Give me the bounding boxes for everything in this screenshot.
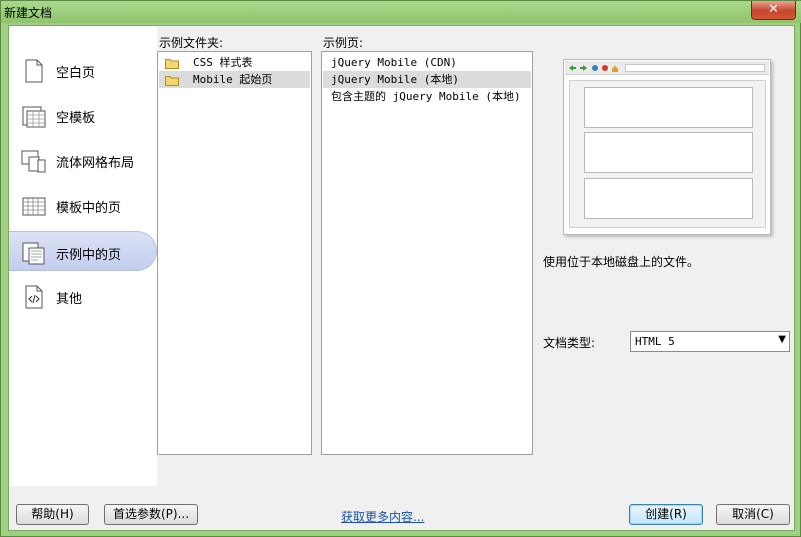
cancel-button[interactable]: 取消(C) (716, 504, 790, 525)
preferences-button[interactable]: 首选参数(P)... (104, 504, 198, 525)
nav-label: 空白页 (56, 66, 96, 81)
nav-label: 示例中的页 (56, 248, 122, 263)
sample-page-list[interactable]: jQuery Mobile (CDN) jQuery Mobile (本地) 包… (321, 51, 533, 455)
create-button[interactable]: 创建(R) (629, 504, 703, 525)
help-button[interactable]: 帮助(H) (16, 504, 89, 525)
close-button[interactable]: ✕ (751, 1, 796, 20)
dialog-title: 新建文档 (4, 6, 53, 20)
nav-label: 其他 (56, 292, 83, 307)
address-bar (625, 64, 765, 72)
nav-item-page-from-sample[interactable]: 示例中的页 (9, 231, 157, 271)
nav-label: 模板中的页 (56, 201, 122, 216)
fluid-grid-icon (21, 150, 46, 173)
nav-item-fluid-grid[interactable]: 流体网格布局 (9, 140, 157, 180)
nav-item-other[interactable]: 其他 (9, 276, 157, 316)
preview-description: 使用位于本地磁盘上的文件。 (543, 255, 700, 269)
doctype-value: HTML 5 (635, 335, 675, 348)
list-item[interactable]: Mobile 起始页 (159, 71, 310, 88)
get-more-content-link[interactable]: 获取更多内容... (341, 508, 424, 525)
doctype-label: 文档类型: (543, 336, 596, 350)
close-icon: ✕ (768, 2, 779, 17)
list-item[interactable]: CSS 样式表 (159, 54, 310, 71)
title-bar: 新建文档 ✕ (1, 1, 801, 23)
folder-icon (165, 59, 179, 69)
dialog-content: 空白页 空模板 流体网格布局 模板中的页 示例中的页 其他 示例文件夹: CSS… (8, 25, 795, 531)
new-document-dialog: 新建文档 ✕ 空白页 空模板 流体网格布局 模板中的页 示例中的页 其他 示例文… (0, 0, 801, 537)
page-from-sample-icon (22, 242, 45, 265)
nav-item-blank-page[interactable]: 空白页 (9, 50, 157, 90)
code-file-icon (25, 285, 43, 309)
template-icon (22, 106, 46, 128)
list-item[interactable]: 包含主题的 jQuery Mobile (本地) (323, 88, 531, 105)
category-nav: 空白页 空模板 流体网格布局 模板中的页 示例中的页 其他 (9, 26, 157, 486)
doctype-select[interactable]: HTML 5 ▼ (630, 331, 790, 352)
preview-block (584, 132, 753, 173)
folder-icon (165, 76, 179, 86)
preview-block (584, 87, 753, 128)
nav-item-blank-template[interactable]: 空模板 (9, 95, 157, 135)
browser-toolbar (565, 61, 769, 75)
blank-page-icon (25, 59, 43, 83)
page-from-template-icon (22, 197, 46, 216)
nav-label: 空模板 (56, 111, 96, 126)
list-item[interactable]: jQuery Mobile (本地) (323, 71, 531, 88)
nav-item-page-from-template[interactable]: 模板中的页 (9, 185, 157, 225)
page-preview (563, 59, 771, 235)
sample-page-label: 示例页: (323, 36, 364, 50)
nav-label: 流体网格布局 (56, 156, 135, 171)
browser-nav-icons (569, 65, 618, 72)
list-item[interactable]: jQuery Mobile (CDN) (323, 54, 531, 71)
sample-folder-list[interactable]: CSS 样式表 Mobile 起始页 (157, 51, 312, 455)
preview-block (584, 178, 753, 219)
chevron-down-icon: ▼ (778, 334, 786, 345)
sample-folder-label: 示例文件夹: (159, 36, 224, 50)
preview-body (569, 80, 766, 228)
